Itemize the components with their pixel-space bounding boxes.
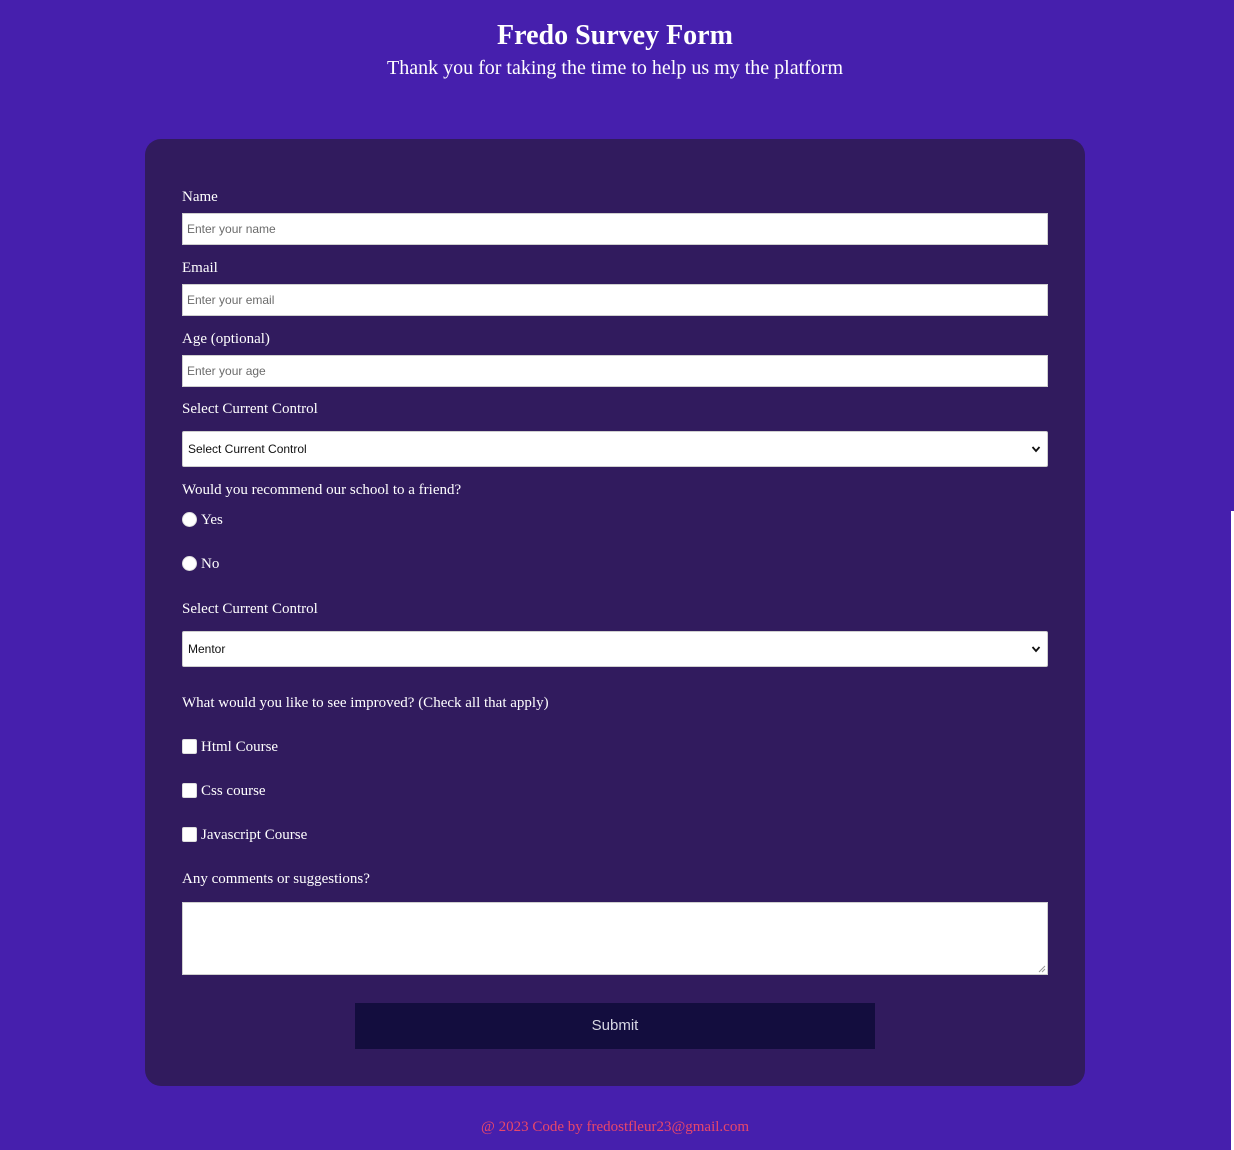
control-select-value: Select Current Control xyxy=(188,442,307,456)
role-select[interactable]: Mentor xyxy=(182,631,1048,667)
role-select-value: Mentor xyxy=(188,642,226,656)
chevron-down-icon xyxy=(1031,446,1041,453)
page-subtitle: Thank you for taking the time to help us… xyxy=(386,57,843,79)
checkbox-label: Css course xyxy=(201,783,266,799)
role-select-label: Select Current Control xyxy=(182,601,318,617)
radio-label: No xyxy=(201,556,220,572)
radio-button[interactable] xyxy=(182,556,197,571)
resize-grip-icon[interactable] xyxy=(1038,965,1046,973)
page-title: Fredo Survey Form xyxy=(497,20,733,51)
submit-button[interactable]: Submit xyxy=(355,1003,875,1049)
improvements-question: What would you like to see improved? (Ch… xyxy=(182,695,549,711)
footer-credit: @ 2023 Code by fredostfleur23@gmail.com xyxy=(481,1119,749,1135)
checkbox-label: Javascript Course xyxy=(201,827,308,843)
comments-textarea[interactable] xyxy=(182,902,1048,975)
control-select-label: Select Current Control xyxy=(182,401,318,417)
email-label: Email xyxy=(182,260,218,276)
checkbox[interactable] xyxy=(182,783,197,798)
chevron-down-icon xyxy=(1031,646,1041,653)
checkbox-label: Html Course xyxy=(201,739,279,755)
survey-form: Name Email Age (optional) Select Current… xyxy=(145,139,1085,1086)
checkbox[interactable] xyxy=(182,739,197,754)
comments-label: Any comments or suggestions? xyxy=(182,871,370,887)
recommend-question: Would you recommend our school to a frie… xyxy=(182,482,462,498)
page-header: Fredo Survey Form Thank you for taking t… xyxy=(0,0,1230,80)
checkbox[interactable] xyxy=(182,827,197,842)
age-field[interactable] xyxy=(182,355,1048,387)
control-select[interactable]: Select Current Control xyxy=(182,431,1048,467)
name-label: Name xyxy=(182,189,218,205)
radio-label: Yes xyxy=(201,512,223,528)
age-label: Age (optional) xyxy=(182,331,270,347)
email-field[interactable] xyxy=(182,284,1048,316)
radio-button[interactable] xyxy=(182,512,197,527)
name-field[interactable] xyxy=(182,213,1048,245)
